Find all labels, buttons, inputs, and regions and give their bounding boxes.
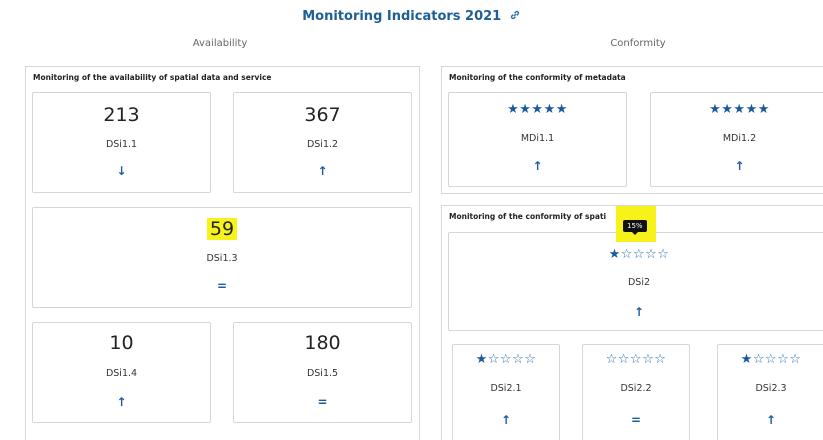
card-dsi2-3[interactable]: ★☆☆☆☆ DSi2.3 ↑ xyxy=(717,344,823,440)
dsi1-2-value: 367 xyxy=(304,104,341,126)
card-dsi1-2[interactable]: 367 DSi1.2 ↑ xyxy=(233,92,412,193)
filled-star-icons: ★★★★★ xyxy=(507,102,568,117)
dsi1-2-label: DSi1.2 xyxy=(306,139,339,150)
trend-up-icon: ↑ xyxy=(532,159,543,173)
dsi2-1-label: DSi2.1 xyxy=(490,383,522,394)
dsi1-5-value: 180 xyxy=(304,332,341,354)
card-dsi1-1[interactable]: 213 DSi1.1 ↓ xyxy=(32,92,211,193)
metadata-conformity-panel: Monitoring of the conformity of metadata… xyxy=(441,66,823,194)
empty-star-icons: ☆☆☆☆ xyxy=(487,352,537,367)
filled-star-icon: ★ xyxy=(740,352,753,367)
page-title-text: Monitoring Indicators 2021 xyxy=(302,9,502,24)
page-title: Monitoring Indicators 2021 xyxy=(0,9,823,24)
rating-stars: ★★★★★ xyxy=(449,102,626,117)
trend-equal-icon: = xyxy=(216,279,228,293)
trend-up-icon: ↑ xyxy=(116,395,127,409)
empty-star-icons: ☆☆☆☆ xyxy=(752,352,802,367)
filled-star-icon: ★ xyxy=(608,247,621,262)
card-dsi2[interactable]: ★☆☆☆☆ DSi2 ↑ xyxy=(448,232,823,331)
mdi1-2-label: MDi1.2 xyxy=(722,133,757,144)
filled-star-icon: ★ xyxy=(475,352,488,367)
rating-stars: ☆☆☆☆☆ xyxy=(583,352,689,367)
trend-down-icon: ↓ xyxy=(116,164,127,178)
rating-stars: ★☆☆☆☆ xyxy=(718,352,823,367)
dsi2-3-label: DSi2.3 xyxy=(755,383,787,394)
rating-stars: ★★★★★ xyxy=(651,102,823,117)
availability-panel: Monitoring of the availability of spatia… xyxy=(25,66,420,440)
card-mdi1-1[interactable]: ★★★★★ MDi1.1 ↑ xyxy=(448,92,627,187)
trend-up-icon: ↑ xyxy=(633,305,645,319)
dsi1-3-label: DSi1.3 xyxy=(206,253,238,264)
dsi1-1-value: 213 xyxy=(103,104,140,126)
rating-stars: ★☆☆☆☆ xyxy=(453,352,559,367)
mdi1-1-label: MDi1.1 xyxy=(520,133,555,144)
dsi1-4-value: 10 xyxy=(109,332,134,354)
card-dsi2-2[interactable]: ☆☆☆☆☆ DSi2.2 = xyxy=(582,344,690,440)
trend-up-icon: ↑ xyxy=(734,159,745,173)
availability-panel-title: Monitoring of the availability of spatia… xyxy=(33,73,272,82)
trend-equal-icon: = xyxy=(630,413,642,427)
dataset-conformity-title-start: Monitoring of the conformity of spati xyxy=(449,212,607,221)
column-heading-conformity: Conformity xyxy=(610,38,666,49)
dsi1-3-value-text: 59 xyxy=(206,218,238,240)
rating-tooltip: 15% xyxy=(623,220,647,235)
rating-stars: ★☆☆☆☆ xyxy=(449,247,823,262)
card-dsi1-4[interactable]: 10 DSi1.4 ↑ xyxy=(32,322,211,423)
trend-up-icon: ↑ xyxy=(317,164,328,178)
filled-star-icons: ★★★★★ xyxy=(709,102,770,117)
dsi2-2-label: DSi2.2 xyxy=(620,383,652,394)
trend-up-icon: ↑ xyxy=(500,413,512,427)
trend-equal-icon: = xyxy=(317,395,328,409)
empty-star-icons: ☆☆☆☆☆ xyxy=(605,352,667,367)
dsi1-1-label: DSi1.1 xyxy=(105,139,138,150)
link-icon[interactable] xyxy=(509,9,521,24)
dsi1-5-label: DSi1.5 xyxy=(306,368,339,379)
column-heading-availability: Availability xyxy=(192,38,248,49)
dsi2-label: DSi2 xyxy=(627,277,651,288)
card-dsi1-3[interactable]: 59 DSi1.3 = xyxy=(32,207,412,308)
trend-up-icon: ↑ xyxy=(765,413,777,427)
dsi1-3-value: 59 xyxy=(33,218,411,240)
empty-star-icons: ☆☆☆☆ xyxy=(620,247,670,262)
card-mdi1-2[interactable]: ★★★★★ MDi1.2 ↑ xyxy=(650,92,823,187)
card-dsi2-1[interactable]: ★☆☆☆☆ DSi2.1 ↑ xyxy=(452,344,560,440)
metadata-conformity-panel-title: Monitoring of the conformity of metadata xyxy=(449,73,626,82)
dsi1-4-label: DSi1.4 xyxy=(105,368,138,379)
card-dsi1-5[interactable]: 180 DSi1.5 = xyxy=(233,322,412,423)
